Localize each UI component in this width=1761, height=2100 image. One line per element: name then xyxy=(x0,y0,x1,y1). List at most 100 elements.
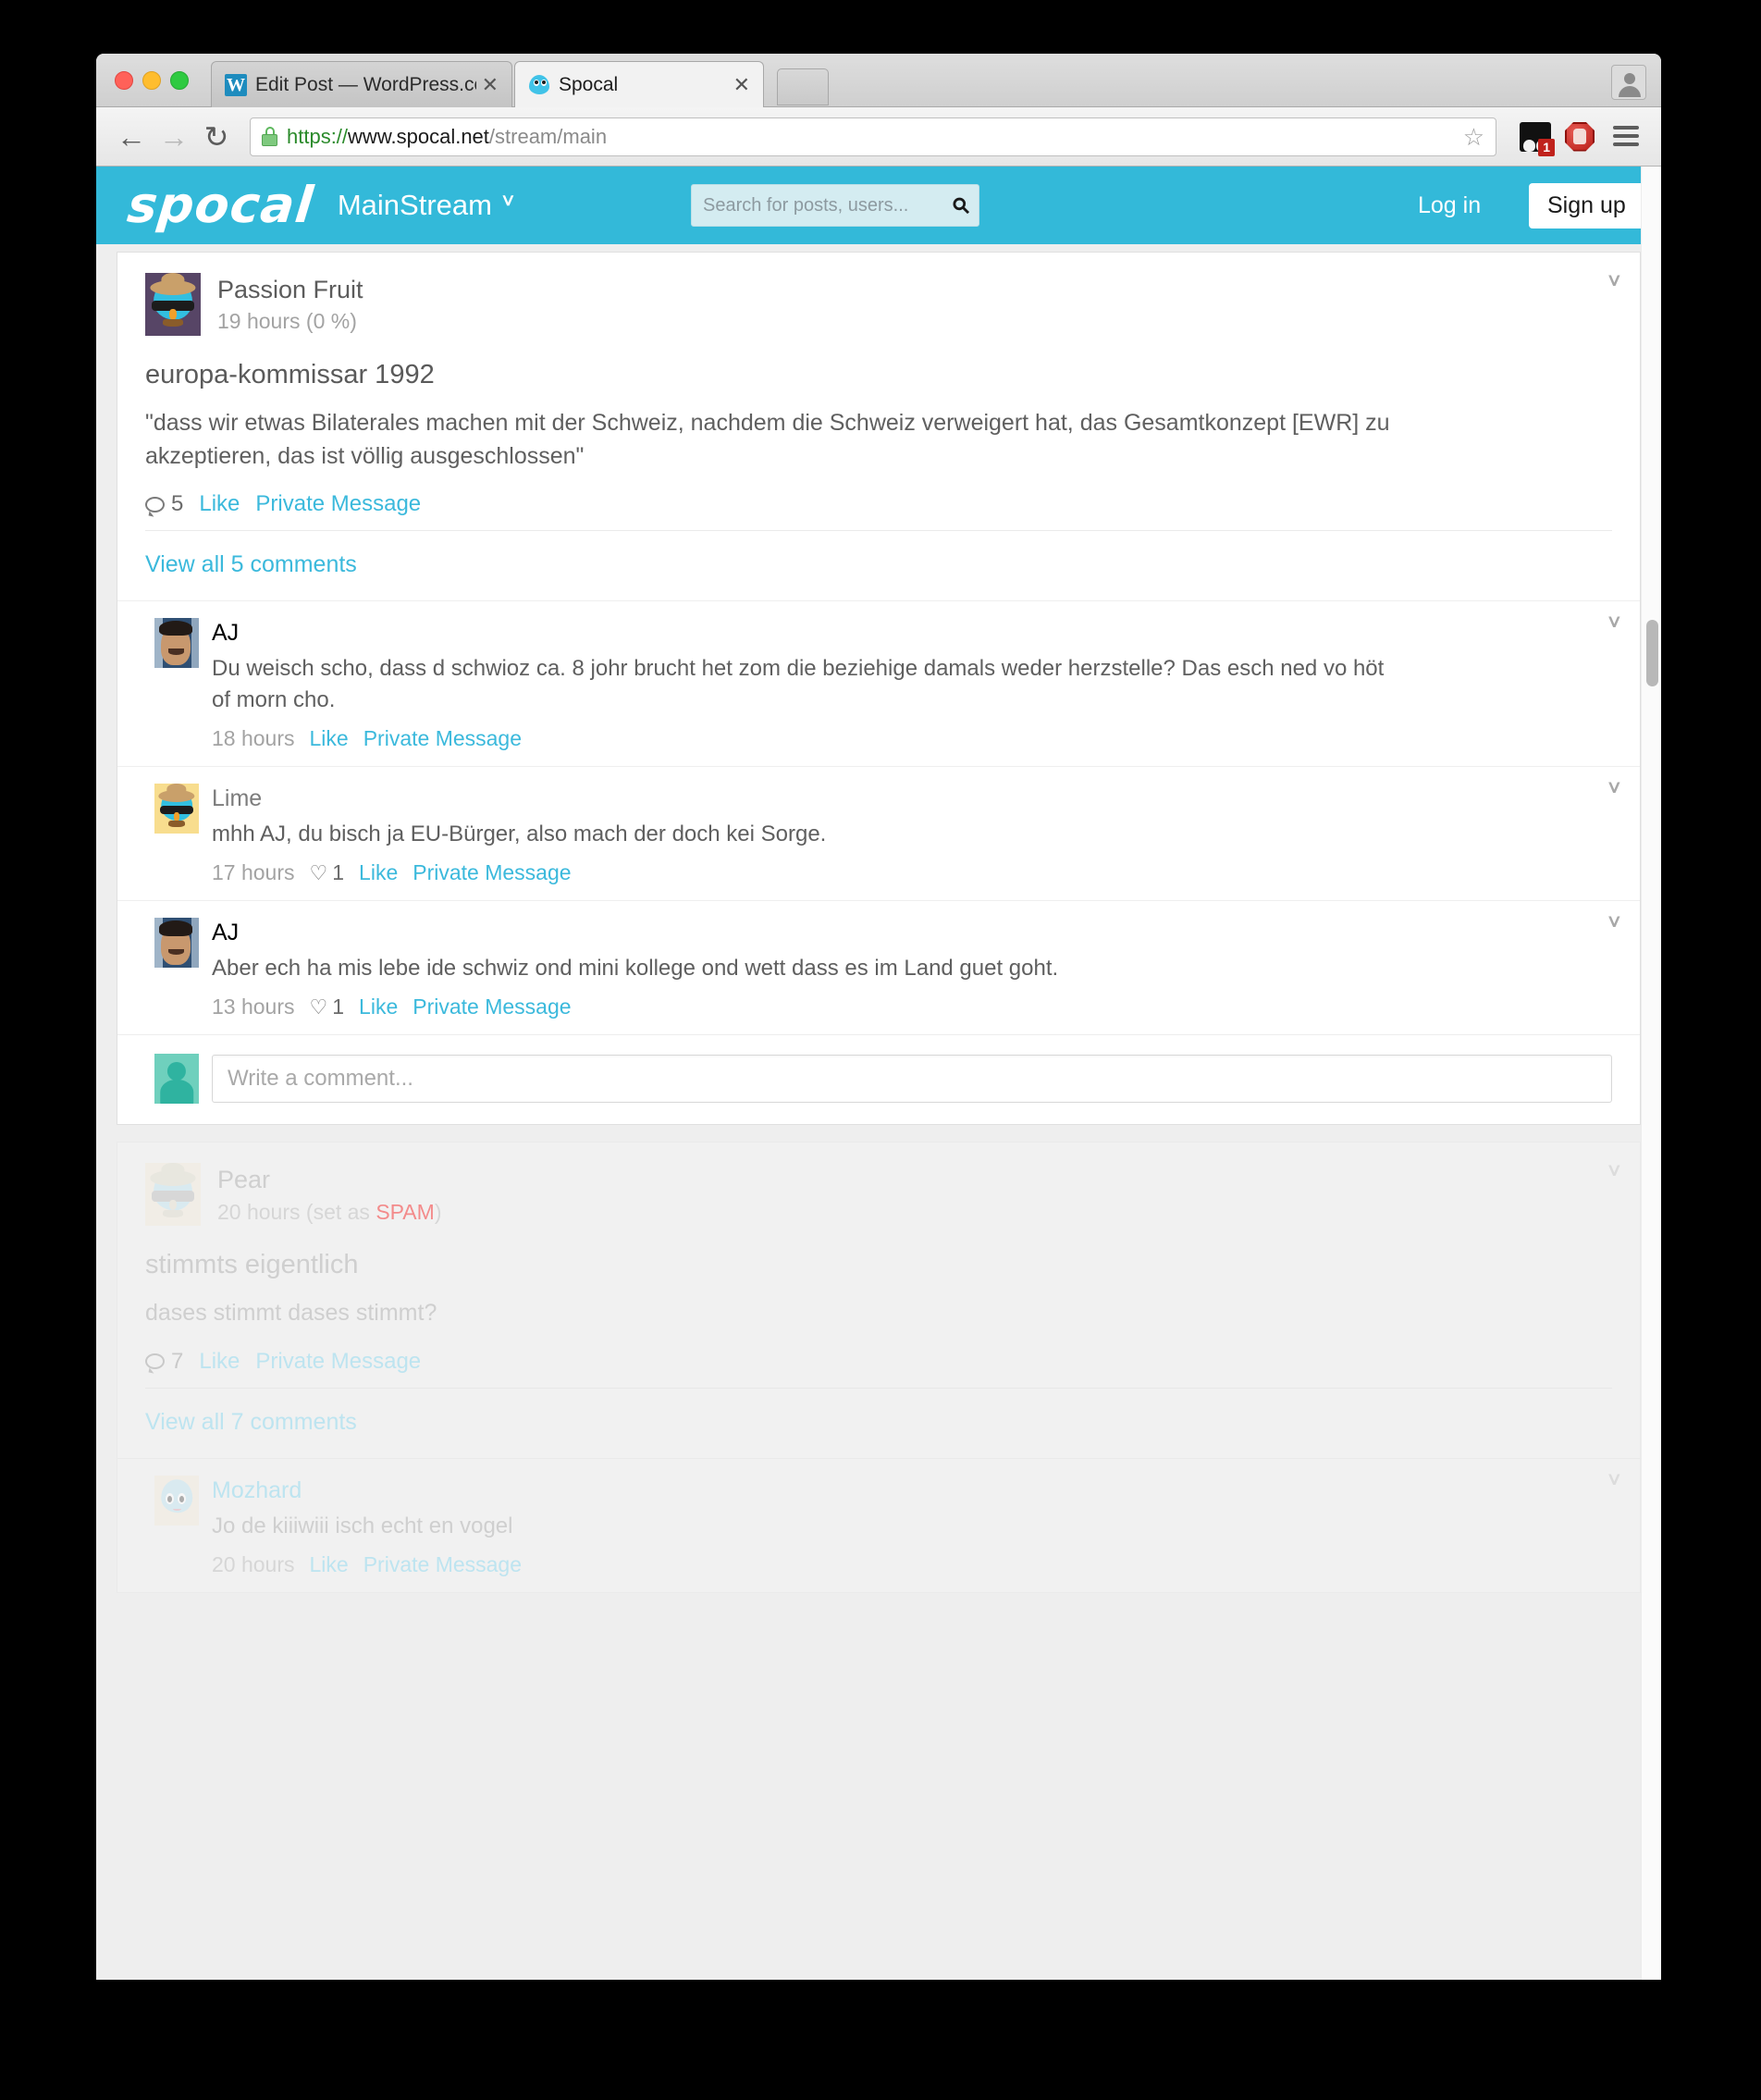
browser-window: W Edit Post — WordPress.com ✕ Spocal ✕ ←… xyxy=(96,54,1661,1980)
avatar xyxy=(154,1054,199,1105)
private-message-button[interactable]: Private Message xyxy=(413,860,571,885)
facebook-notifier-icon[interactable]: 1 xyxy=(1517,118,1555,156)
view-all-comments[interactable]: View all 7 comments xyxy=(117,1389,1640,1458)
private-message-button[interactable]: Private Message xyxy=(255,491,421,517)
comment-author[interactable]: Mozhard xyxy=(212,1477,1612,1504)
heart-icon: ♡ xyxy=(309,860,328,884)
spocal-logo[interactable]: spocal xyxy=(125,176,316,234)
like-button[interactable]: Like xyxy=(310,726,349,751)
comment-timestamp: 13 hours xyxy=(212,994,295,1019)
like-button[interactable]: Like xyxy=(359,860,398,885)
hamburger-menu-icon[interactable] xyxy=(1607,118,1644,155)
like-button[interactable]: Like xyxy=(310,1552,349,1577)
post-time-value: 19 hours xyxy=(217,309,301,334)
wordpress-icon: W xyxy=(225,73,247,96)
post-time-value: 20 hours xyxy=(217,1199,301,1224)
new-tab-button[interactable] xyxy=(777,68,829,105)
tab-title: Spocal xyxy=(559,73,619,95)
like-button[interactable]: Like xyxy=(199,1349,240,1375)
browser-tab-spocal[interactable]: Spocal ✕ xyxy=(514,61,764,107)
like-count-value: 1 xyxy=(332,860,345,885)
comment-actions: 17 hours ♡ 1 Like Private Message xyxy=(212,860,1612,885)
url-host: www.spocal.net xyxy=(348,124,489,148)
comment-bubble-icon xyxy=(145,1353,165,1370)
url-text: https://www.spocal.net/stream/main xyxy=(287,125,607,149)
avatar[interactable] xyxy=(154,1475,199,1526)
comment-input[interactable] xyxy=(212,1055,1612,1104)
post-card: ⱽ Pear 20 hours (set as SPAM) stimmts ei… xyxy=(117,1142,1641,1593)
comment-author[interactable]: AJ xyxy=(212,620,1612,647)
login-link[interactable]: Log in xyxy=(1418,192,1481,219)
bookmark-star-icon[interactable]: ☆ xyxy=(1463,125,1484,149)
post-author[interactable]: Passion Fruit xyxy=(217,275,363,304)
post-header: Pear 20 hours (set as SPAM) xyxy=(145,1163,1612,1227)
avatar[interactable] xyxy=(154,784,199,834)
signup-button[interactable]: Sign up xyxy=(1529,182,1644,229)
comment-text: Aber ech ha mis lebe ide schwiz ond mini… xyxy=(212,956,1059,982)
post-timestamp: 20 hours (set as SPAM) xyxy=(217,1200,441,1225)
private-message-button[interactable]: Private Message xyxy=(363,726,522,751)
maximize-window-button[interactable] xyxy=(170,71,189,90)
chevron-down-icon[interactable]: ⱽ xyxy=(1609,1163,1619,1187)
avatar[interactable] xyxy=(145,1163,201,1227)
avatar[interactable] xyxy=(1611,65,1646,100)
lock-icon xyxy=(262,127,277,146)
url-path: /stream/main xyxy=(488,124,608,148)
close-icon[interactable]: ✕ xyxy=(482,74,499,95)
like-count: ♡ 1 xyxy=(310,994,345,1019)
comment-bubble-icon xyxy=(145,496,165,513)
comment-count-value: 7 xyxy=(171,1348,184,1374)
search-input[interactable] xyxy=(703,194,948,216)
comment-item: ⱽ AJ Aber ech ha mis lebe ide schwiz ond… xyxy=(117,900,1640,1034)
comment-compose xyxy=(117,1034,1640,1125)
minimize-window-button[interactable] xyxy=(142,71,161,90)
post-header: Passion Fruit 19 hours (0 %) xyxy=(145,273,1612,336)
comment-author[interactable]: Lime xyxy=(212,785,1612,812)
tab-title: Edit Post — WordPress.com xyxy=(255,73,476,95)
comment-count-value: 5 xyxy=(171,491,184,516)
chevron-down-icon[interactable]: ⱽ xyxy=(1609,780,1619,804)
comment-count[interactable]: 5 xyxy=(145,491,183,517)
adblock-icon[interactable] xyxy=(1561,118,1598,155)
avatar[interactable] xyxy=(145,273,201,336)
browser-tab-strip: W Edit Post — WordPress.com ✕ Spocal ✕ xyxy=(96,54,1661,107)
post-author[interactable]: Pear xyxy=(217,1165,441,1194)
like-button[interactable]: Like xyxy=(199,491,240,517)
like-button[interactable]: Like xyxy=(359,994,398,1019)
address-bar[interactable]: https://www.spocal.net/stream/main ☆ xyxy=(250,117,1496,156)
chevron-down-icon[interactable]: ⱽ xyxy=(1609,914,1619,938)
page-scrollbar[interactable] xyxy=(1641,167,1661,1980)
stream-selector[interactable]: MainStream ⱽ xyxy=(338,189,513,222)
scrollbar-thumb[interactable] xyxy=(1646,620,1658,686)
chevron-down-icon[interactable]: ⱽ xyxy=(1609,273,1619,297)
post-body: "dass wir etwas Bilaterales machen mit d… xyxy=(145,410,1390,469)
post-title: europa-kommissar 1992 xyxy=(145,360,435,389)
comment-text: Du weisch scho, dass d schwioz ca. 8 joh… xyxy=(212,656,1385,713)
comment-item: ⱽ Mozhard Jo de kiiiwiii isch echt en vo… xyxy=(117,1457,1640,1592)
avatar[interactable] xyxy=(154,618,199,668)
close-icon[interactable]: ✕ xyxy=(733,74,750,95)
private-message-button[interactable]: Private Message xyxy=(413,994,571,1019)
reload-icon[interactable]: ↻ xyxy=(198,118,235,155)
close-window-button[interactable] xyxy=(115,71,133,90)
comment-item: ⱽ Lime mhh AJ, du bisch ja EU-Bürger, al… xyxy=(117,766,1640,900)
post-meta-prefix: (set as xyxy=(305,1199,376,1224)
private-message-button[interactable]: Private Message xyxy=(255,1349,421,1375)
comment-author[interactable]: AJ xyxy=(212,920,1612,946)
chevron-down-icon[interactable]: ⱽ xyxy=(1609,614,1619,638)
private-message-button[interactable]: Private Message xyxy=(363,1552,522,1577)
comment-count[interactable]: 7 xyxy=(145,1349,183,1375)
chevron-down-icon[interactable]: ⱽ xyxy=(1609,1472,1619,1496)
comment-text: Jo de kiiiwiii isch echt en vogel xyxy=(212,1513,513,1538)
site-header: spocal MainStream ⱽ ⚲ Log in Sign up xyxy=(96,167,1661,244)
comment-timestamp: 18 hours xyxy=(212,726,295,751)
avatar[interactable] xyxy=(154,918,199,969)
search-icon[interactable]: ⚲ xyxy=(947,191,976,219)
view-all-comments[interactable]: View all 5 comments xyxy=(117,531,1640,600)
search-box[interactable]: ⚲ xyxy=(691,184,979,227)
browser-tab-wordpress[interactable]: W Edit Post — WordPress.com ✕ xyxy=(211,61,512,107)
post-body: dases stimmt dases stimmt? xyxy=(145,1300,437,1327)
comment-text: mhh AJ, du bisch ja EU-Bürger, also mach… xyxy=(212,821,827,847)
back-icon[interactable]: ← xyxy=(113,118,150,155)
forward-icon[interactable]: → xyxy=(155,118,192,155)
